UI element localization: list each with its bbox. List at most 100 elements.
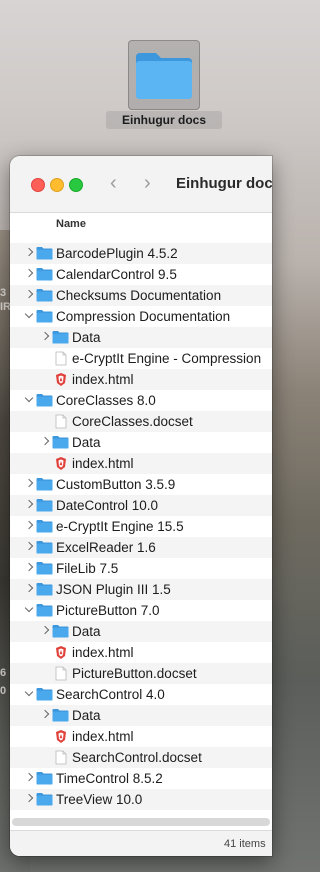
folder-icon <box>52 624 69 643</box>
folder-icon <box>36 309 53 328</box>
item-count: 41 items <box>224 838 266 850</box>
forward-chevron-icon[interactable]: › <box>144 172 151 195</box>
folder-icon <box>36 561 53 580</box>
finder-window: ‹ › Einhugur docs Name BarcodePlugin 4.5… <box>10 156 272 856</box>
list-item[interactable]: TreeView 10.0 <box>10 789 272 810</box>
disclosure-chevron-down-icon[interactable] <box>24 311 34 321</box>
folder-icon <box>36 519 53 538</box>
list-item[interactable]: Compression Documentation <box>10 306 272 327</box>
file-name: index.html <box>72 645 134 660</box>
back-chevron-icon[interactable]: ‹ <box>110 172 117 195</box>
disclosure-chevron-right-icon[interactable] <box>24 500 34 510</box>
list-item[interactable]: BarcodePlugin 4.5.2 <box>10 243 272 264</box>
disclosure-chevron-right-icon[interactable] <box>24 584 34 594</box>
list-item[interactable]: FileLib 7.5 <box>10 558 272 579</box>
html-file-icon <box>55 729 67 749</box>
wallpaper-text: 3 <box>0 287 7 299</box>
column-header[interactable]: Name <box>10 212 272 236</box>
file-name: SearchControl 4.0 <box>56 687 165 702</box>
list-item[interactable]: SearchControl 4.0 <box>10 684 272 705</box>
file-name: SearchControl.docset <box>72 750 202 765</box>
list-item[interactable]: DateControl 10.0 <box>10 495 272 516</box>
list-item[interactable]: CalendarControl 9.5 <box>10 264 272 285</box>
file-name: Data <box>72 708 101 723</box>
list-item[interactable]: e-CryptIt Engine 15.5 <box>10 516 272 537</box>
minimize-button[interactable] <box>50 178 64 192</box>
horizontal-scrollbar[interactable] <box>12 818 270 826</box>
disclosure-chevron-right-icon[interactable] <box>24 794 34 804</box>
list-item[interactable]: Checksums Documentation <box>10 285 272 306</box>
file-name: Data <box>72 624 101 639</box>
disclosure-chevron-right-icon[interactable] <box>40 437 50 447</box>
desktop-folder-icon[interactable] <box>128 40 200 110</box>
disclosure-chevron-down-icon[interactable] <box>24 605 34 615</box>
disclosure-chevron-right-icon[interactable] <box>24 521 34 531</box>
list-item[interactable]: PictureButton 7.0 <box>10 600 272 621</box>
list-item[interactable]: Data <box>10 432 272 453</box>
disclosure-chevron-right-icon[interactable] <box>40 710 50 720</box>
list-item[interactable]: SearchControl.docset <box>10 747 272 768</box>
disclosure-chevron-right-icon[interactable] <box>40 332 50 342</box>
list-item[interactable]: Data <box>10 327 272 348</box>
close-button[interactable] <box>31 178 45 192</box>
list-item[interactable]: PictureButton.docset <box>10 663 272 684</box>
disclosure-chevron-right-icon[interactable] <box>24 773 34 783</box>
file-name: TimeControl 8.5.2 <box>56 771 163 786</box>
file-name: CoreClasses 8.0 <box>56 393 156 408</box>
file-name: Checksums Documentation <box>56 288 222 303</box>
file-name: DateControl 10.0 <box>56 498 159 513</box>
folder-icon <box>36 477 53 496</box>
folder-icon <box>36 771 53 790</box>
file-name: PictureButton.docset <box>72 666 197 681</box>
disclosure-chevron-down-icon[interactable] <box>24 395 34 405</box>
file-name: FileLib 7.5 <box>56 561 119 576</box>
folder-icon <box>36 603 53 622</box>
list-item[interactable]: e-CryptIt Engine - Compression <box>10 348 272 369</box>
disclosure-chevron-right-icon[interactable] <box>24 563 34 573</box>
folder-icon <box>36 540 53 559</box>
column-header-name[interactable]: Name <box>56 218 86 230</box>
file-name: index.html <box>72 456 134 471</box>
folder-icon <box>36 246 53 265</box>
disclosure-chevron-down-icon[interactable] <box>24 689 34 699</box>
list-item[interactable]: CoreClasses.docset <box>10 411 272 432</box>
list-item[interactable]: index.html <box>10 726 272 747</box>
disclosure-chevron-right-icon[interactable] <box>24 479 34 489</box>
list-item[interactable]: CustomButton 3.5.9 <box>10 474 272 495</box>
title-bar: ‹ › Einhugur docs <box>10 156 272 213</box>
list-item[interactable]: index.html <box>10 642 272 663</box>
file-name: CalendarControl 9.5 <box>56 267 177 282</box>
file-name: CoreClasses.docset <box>72 414 193 429</box>
list-item[interactable]: CoreClasses 8.0 <box>10 390 272 411</box>
html-file-icon <box>55 456 67 476</box>
list-item[interactable]: TimeControl 8.5.2 <box>10 768 272 789</box>
list-item[interactable]: Data <box>10 705 272 726</box>
list-item[interactable]: JSON Plugin III 1.5 <box>10 579 272 600</box>
list-item[interactable]: ExcelReader 1.6 <box>10 537 272 558</box>
list-item[interactable]: index.html <box>10 453 272 474</box>
wallpaper-text: 0 <box>0 685 7 697</box>
file-name: e-CryptIt Engine - Compression <box>72 351 262 366</box>
html-file-icon <box>55 645 67 665</box>
desktop-folder-label[interactable]: Einhugur docs <box>106 111 222 129</box>
file-name: index.html <box>72 729 134 744</box>
list-item[interactable]: Data <box>10 621 272 642</box>
disclosure-chevron-right-icon[interactable] <box>24 269 34 279</box>
status-bar: 41 items <box>10 830 272 856</box>
folder-icon <box>136 53 192 99</box>
html-file-icon <box>55 372 67 392</box>
folder-icon <box>36 498 53 517</box>
folder-icon <box>52 708 69 727</box>
file-name: PictureButton 7.0 <box>56 603 160 618</box>
folder-icon <box>36 267 53 286</box>
file-name: BarcodePlugin 4.5.2 <box>56 246 178 261</box>
file-name: JSON Plugin III 1.5 <box>56 582 171 597</box>
disclosure-chevron-right-icon[interactable] <box>24 542 34 552</box>
disclosure-chevron-right-icon[interactable] <box>24 248 34 258</box>
disclosure-chevron-right-icon[interactable] <box>40 626 50 636</box>
file-name: CustomButton 3.5.9 <box>56 477 176 492</box>
list-item[interactable]: index.html <box>10 369 272 390</box>
disclosure-chevron-right-icon[interactable] <box>24 290 34 300</box>
file-name: ExcelReader 1.6 <box>56 540 156 555</box>
zoom-button[interactable] <box>69 178 83 192</box>
